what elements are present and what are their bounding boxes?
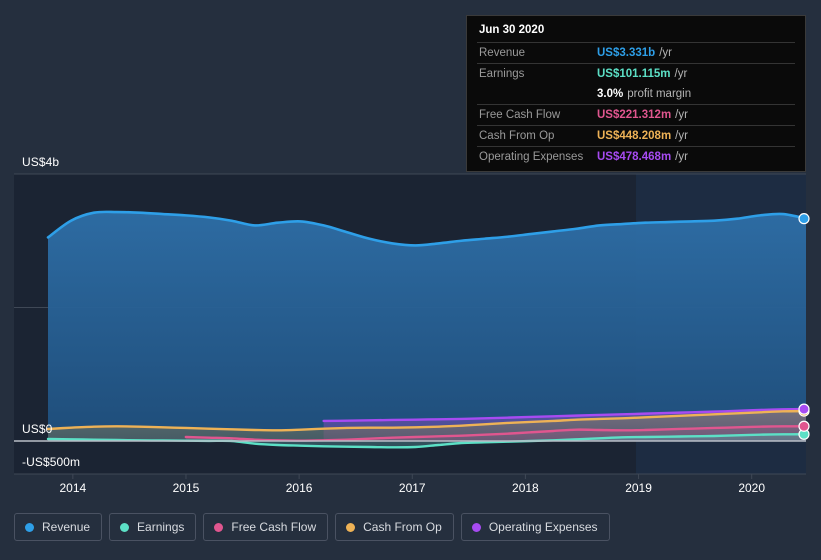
tooltip-row-key: Revenue <box>479 47 526 59</box>
legend-item-label: Cash From Op <box>363 520 442 534</box>
chart-page: US$4b US$0 -US$500m 2014 2015 2016 2017 2018… <box>0 0 821 560</box>
legend-dot-icon <box>346 522 356 532</box>
x-axis-label-2016: 2016 <box>285 481 313 495</box>
tooltip-row-value: 3.0% <box>597 88 624 100</box>
tooltip-row-operating-expenses: Operating Expenses US$478.468m/yr <box>477 146 795 167</box>
tooltip-row-unit: /yr <box>675 151 688 163</box>
x-axis-label-2019: 2019 <box>625 481 652 495</box>
tooltip-row-unit: /yr <box>675 109 688 121</box>
legend-item-earnings[interactable]: Earnings <box>109 513 197 541</box>
tooltip-row-value: US$448.208m <box>597 130 672 142</box>
tooltip-row-key: Operating Expenses <box>479 151 584 163</box>
area-fill-revenue <box>48 211 806 441</box>
tooltip-row-unit: /yr <box>659 47 672 59</box>
legend-item-label: Free Cash Flow <box>231 520 317 534</box>
legend-item-label: Operating Expenses <box>488 520 598 534</box>
x-axis-label-2020: 2020 <box>738 481 766 495</box>
tooltip-row-value: US$3.331b <box>597 47 656 59</box>
tooltip-row-revenue: Revenue US$3.331b/yr <box>477 42 795 63</box>
legend-item-revenue[interactable]: Revenue <box>14 513 103 541</box>
end-marker-free-cash-flow <box>798 420 810 432</box>
tooltip-row-key: Free Cash Flow <box>479 109 561 121</box>
legend-dot-icon <box>471 522 481 532</box>
legend-item-operating-expenses[interactable]: Operating Expenses <box>460 513 610 541</box>
tooltip-row-unit: /yr <box>674 68 688 80</box>
tooltip-row-key: Earnings <box>479 68 525 80</box>
x-axis-label-2017: 2017 <box>398 481 426 495</box>
legend-item-label: Earnings <box>137 520 185 534</box>
chart-tooltip: Jun 30 2020 Revenue US$3.331b/yr Earnings U… <box>466 15 806 172</box>
tooltip-date: Jun 30 2020 <box>479 24 545 36</box>
tooltip-row-value: US$478.468m <box>597 151 672 163</box>
x-axis-label-2014: 2014 <box>59 481 87 495</box>
tooltip-row-unit: /yr <box>675 130 688 142</box>
tooltip-row-free-cash-flow: Free Cash Flow US$221.312m/yr <box>477 104 795 125</box>
tooltip-row-value: US$101.115m <box>597 68 671 80</box>
tooltip-row-cash-from-op: Cash From Op US$448.208m/yr <box>477 125 795 146</box>
legend-dot-icon <box>25 522 34 532</box>
tooltip-row-value: US$221.312m <box>597 109 672 121</box>
end-marker-revenue <box>798 213 810 225</box>
tooltip-row-key: Cash From Op <box>479 130 555 142</box>
tooltip-row-profit-margin: 3.0% profit margin <box>477 84 795 104</box>
x-axis-label-2015: 2015 <box>172 481 200 495</box>
legend-item-cash-from-op[interactable]: Cash From Op <box>335 513 454 541</box>
tooltip-row-earnings: Earnings US$101.115m/yr <box>477 63 795 84</box>
legend-dot-icon <box>120 522 130 532</box>
tooltip-row-unit: profit margin <box>627 88 692 100</box>
end-marker-operating-expenses <box>798 403 810 415</box>
chart-legend[interactable]: Revenue Earnings Free Cash Flow Cash From O… <box>14 513 610 541</box>
legend-item-label: Revenue <box>42 520 91 534</box>
legend-item-free-cash-flow[interactable]: Free Cash Flow <box>203 513 329 541</box>
x-axis-label-2018: 2018 <box>512 481 539 495</box>
legend-dot-icon <box>214 522 224 532</box>
